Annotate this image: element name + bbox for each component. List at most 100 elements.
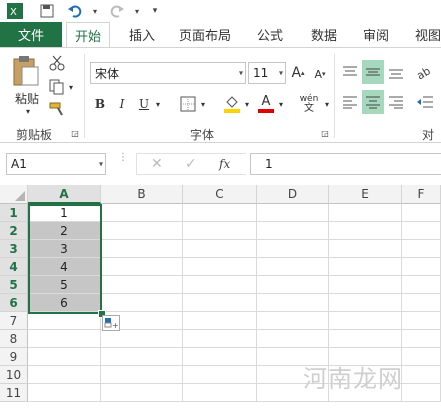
font-name-select[interactable]: 宋体 ▾	[90, 62, 246, 84]
cell-a11[interactable]	[28, 384, 101, 402]
redo-dropdown-icon[interactable]: ▾	[128, 2, 146, 20]
name-box[interactable]: A1 ▾	[6, 153, 106, 175]
cell-f6[interactable]	[402, 294, 441, 312]
cell-a4[interactable]: 4	[28, 258, 101, 276]
align-left-icon[interactable]	[340, 92, 360, 112]
row-header[interactable]: 11	[0, 384, 28, 402]
cell-b3[interactable]	[101, 240, 183, 258]
cell-f1[interactable]	[402, 204, 441, 222]
cell-e7[interactable]	[329, 312, 402, 330]
tab-view[interactable]: 视图	[406, 22, 441, 47]
cell-e6[interactable]	[329, 294, 402, 312]
column-header-b[interactable]: B	[101, 185, 183, 204]
row-header[interactable]: 4	[0, 258, 28, 276]
tab-home[interactable]: 开始	[66, 22, 110, 48]
align-top-icon[interactable]	[340, 62, 360, 82]
row-header[interactable]: 7	[0, 312, 28, 330]
font-color-button[interactable]: A	[256, 92, 276, 116]
paste-dropdown-icon[interactable]: ▾	[20, 106, 36, 116]
cell-b1[interactable]	[101, 204, 183, 222]
cell-d3[interactable]	[257, 240, 329, 258]
redo-icon[interactable]	[108, 2, 126, 20]
underline-dropdown-icon[interactable]: ▾	[153, 96, 163, 112]
cell-d4[interactable]	[257, 258, 329, 276]
cell-b6[interactable]	[101, 294, 183, 312]
cell-b10[interactable]	[101, 366, 183, 384]
align-right-icon[interactable]	[386, 92, 406, 112]
row-header[interactable]: 5	[0, 276, 28, 294]
copy-dropdown-icon[interactable]: ▾	[66, 82, 76, 92]
column-header-a[interactable]: A	[28, 185, 101, 204]
cell-f8[interactable]	[402, 330, 441, 348]
insert-function-icon[interactable]: fx	[219, 157, 230, 171]
cell-a7[interactable]	[28, 312, 101, 330]
tab-insert[interactable]: 插入	[120, 22, 164, 47]
formula-input[interactable]: 1	[250, 153, 441, 175]
cell-f11[interactable]	[402, 384, 441, 402]
row-header[interactable]: 2	[0, 222, 28, 240]
cell-a6[interactable]: 6	[28, 294, 101, 312]
cell-d1[interactable]	[257, 204, 329, 222]
cell-c8[interactable]	[183, 330, 257, 348]
paste-button-label[interactable]: 粘贴	[10, 90, 44, 106]
column-header-f[interactable]: F	[402, 185, 441, 204]
cell-c7[interactable]	[183, 312, 257, 330]
grow-font-button[interactable]: A ▴	[290, 62, 306, 84]
cell-a2[interactable]: 2	[28, 222, 101, 240]
row-header[interactable]: 6	[0, 294, 28, 312]
tab-review[interactable]: 审阅	[354, 22, 398, 47]
cut-icon[interactable]	[48, 54, 66, 72]
cell-d7[interactable]	[257, 312, 329, 330]
align-middle-icon[interactable]	[362, 60, 384, 84]
cell-a1[interactable]: 1	[28, 204, 101, 222]
auto-fill-options-icon[interactable]: +	[102, 315, 120, 331]
cell-a3[interactable]: 3	[28, 240, 101, 258]
cell-a10[interactable]	[28, 366, 101, 384]
enter-icon[interactable]: ✓	[185, 156, 197, 172]
cell-b9[interactable]	[101, 348, 183, 366]
italic-button[interactable]: I	[114, 94, 130, 114]
formula-bar-grip-icon[interactable]: ⋮	[118, 153, 128, 173]
column-header-e[interactable]: E	[329, 185, 402, 204]
cell-e1[interactable]	[329, 204, 402, 222]
borders-icon[interactable]	[178, 94, 198, 114]
phonetic-button[interactable]: wén 文	[296, 92, 322, 116]
cell-c9[interactable]	[183, 348, 257, 366]
row-header[interactable]: 9	[0, 348, 28, 366]
undo-dropdown-icon[interactable]: ▾	[86, 2, 104, 20]
underline-button[interactable]: U	[136, 94, 152, 114]
select-all-corner[interactable]	[0, 185, 28, 204]
cell-e4[interactable]	[329, 258, 402, 276]
column-header-d[interactable]: D	[257, 185, 329, 204]
font-launcher-icon[interactable]: ◲	[320, 128, 330, 138]
cell-f9[interactable]	[402, 348, 441, 366]
cell-d5[interactable]	[257, 276, 329, 294]
fill-color-icon[interactable]	[222, 92, 242, 116]
cell-c11[interactable]	[183, 384, 257, 402]
tab-data[interactable]: 数据	[302, 22, 346, 47]
cell-b5[interactable]	[101, 276, 183, 294]
phonetic-dropdown-icon[interactable]: ▾	[322, 96, 332, 112]
cell-e2[interactable]	[329, 222, 402, 240]
undo-icon[interactable]	[66, 2, 84, 20]
decrease-indent-icon[interactable]	[414, 92, 436, 112]
cell-b4[interactable]	[101, 258, 183, 276]
cell-f2[interactable]	[402, 222, 441, 240]
cancel-icon[interactable]: ✕	[151, 156, 163, 172]
cell-c5[interactable]	[183, 276, 257, 294]
clipboard-launcher-icon[interactable]: ◲	[70, 128, 80, 138]
align-bottom-icon[interactable]	[386, 62, 406, 82]
borders-dropdown-icon[interactable]: ▾	[198, 96, 208, 112]
orientation-icon[interactable]: ab	[414, 62, 436, 82]
cell-b11[interactable]	[101, 384, 183, 402]
fill-color-dropdown-icon[interactable]: ▾	[242, 96, 252, 112]
row-header[interactable]: 3	[0, 240, 28, 258]
font-size-select[interactable]: 11 ▾	[248, 62, 286, 84]
cell-f10[interactable]	[402, 366, 441, 384]
worksheet-grid[interactable]: A B C D E F 1 1 2 2 3 3 4 4 5 5 6 6 7 8 9 10 11 + 河南龙网	[0, 185, 441, 411]
align-center-icon[interactable]	[362, 90, 384, 114]
cell-e8[interactable]	[329, 330, 402, 348]
copy-icon[interactable]	[48, 78, 66, 96]
tab-file[interactable]: 文件	[0, 22, 62, 47]
cell-e5[interactable]	[329, 276, 402, 294]
